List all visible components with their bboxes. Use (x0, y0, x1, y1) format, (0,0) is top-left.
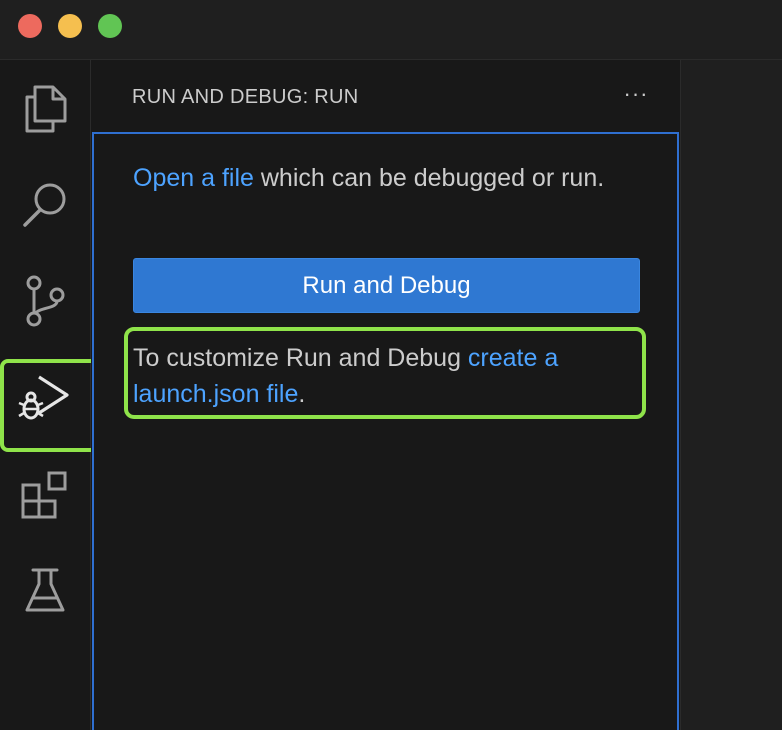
vscode-window: RUN AND DEBUG: RUN ··· Open a file which… (0, 0, 782, 730)
maximize-window-button[interactable] (98, 14, 122, 38)
title-bar (0, 0, 782, 60)
activity-extensions[interactable] (0, 450, 90, 540)
search-icon (23, 183, 66, 227)
files-icon (25, 85, 67, 133)
open-file-message-text: which can be debugged or run. (253, 164, 605, 192)
run-debug-highlight-box (0, 359, 100, 452)
activity-testing[interactable] (0, 546, 90, 636)
minimize-window-button[interactable] (58, 14, 82, 38)
activity-bar (0, 60, 100, 730)
more-actions-button[interactable]: ··· (619, 83, 653, 110)
sidebar-title: RUN AND DEBUG: RUN (132, 86, 359, 108)
close-window-button[interactable] (18, 14, 42, 38)
activity-search[interactable] (0, 160, 90, 250)
activity-source-control[interactable] (0, 256, 90, 346)
open-file-link[interactable]: Open a file (133, 164, 254, 192)
customize-highlight-box (124, 327, 646, 419)
extensions-icon (21, 471, 67, 519)
editor-area (681, 60, 782, 730)
run-debug-sidebar: RUN AND DEBUG: RUN ··· Open a file which… (91, 60, 681, 730)
run-and-debug-button[interactable]: Run and Debug (133, 258, 640, 313)
open-file-message: Open a file which can be debugged or run… (133, 160, 633, 196)
source-control-icon (26, 275, 65, 327)
sidebar-header: RUN AND DEBUG: RUN ··· (91, 60, 680, 132)
activity-explorer[interactable] (0, 64, 90, 154)
run-debug-welcome-panel: Open a file which can be debugged or run… (92, 132, 679, 730)
testing-icon (25, 568, 65, 612)
